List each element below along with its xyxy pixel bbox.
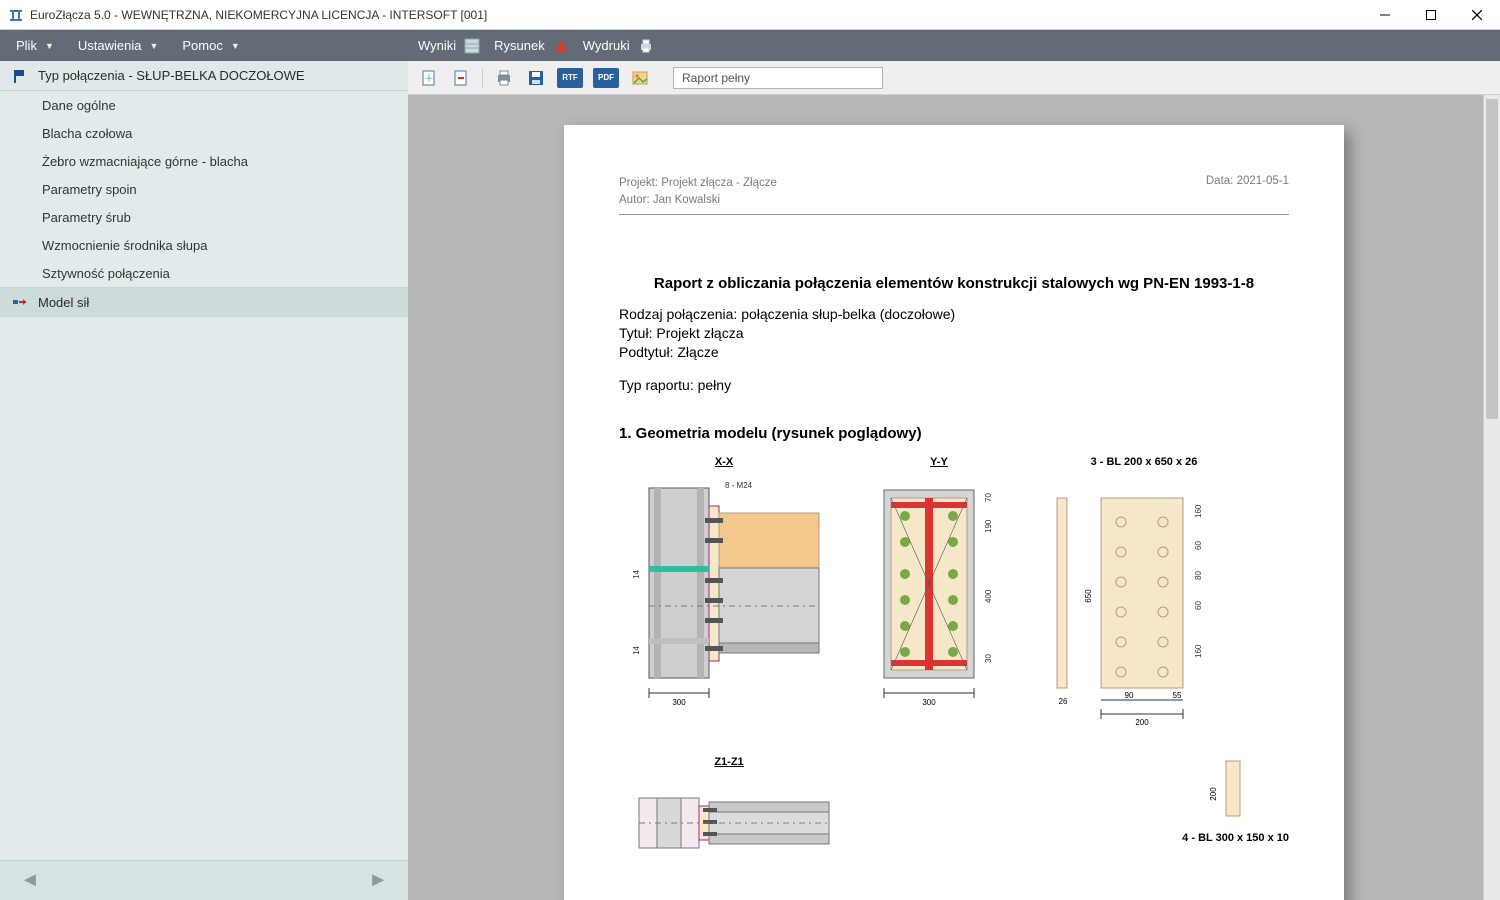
sidebar-header-force-model[interactable]: Model sił <box>0 287 408 317</box>
window-title: EuroZłącza 5.0 - WEWNĘTRZNA, NIEKOMERCYJ… <box>30 8 487 22</box>
drawing-plate3: 3 - BL 200 x 650 x 26 26 <box>1049 456 1239 738</box>
svg-text:160: 160 <box>1194 644 1203 658</box>
drawing-icon <box>553 38 569 54</box>
sidebar-item-weld-params[interactable]: Parametry spoin <box>0 175 408 203</box>
sidebar: Typ połączenia - SŁUP-BELKA DOCZOŁOWE Da… <box>0 61 408 860</box>
report-subtitle: Podtytuł: Złącze <box>619 344 1289 360</box>
topbar-results[interactable]: Wyniki <box>418 38 480 54</box>
nav-next-icon[interactable]: ► <box>368 869 388 892</box>
drawing-z1z1: Z1-Z1 <box>619 756 839 868</box>
sidebar-item-top-rib[interactable]: Żebro wzmacniające górne - blacha <box>0 147 408 175</box>
app-icon <box>8 7 24 23</box>
drawings-row-2: Z1-Z1 <box>619 756 1289 868</box>
flag-icon <box>12 68 28 84</box>
svg-text:200: 200 <box>1135 718 1149 727</box>
svg-text:60: 60 <box>1194 600 1203 609</box>
minimize-button[interactable] <box>1362 0 1408 30</box>
drawing-xx: X-X <box>619 456 829 708</box>
chevron-down-icon: ▼ <box>45 41 54 51</box>
svg-text:14: 14 <box>632 645 641 654</box>
svg-text:90: 90 <box>1125 691 1134 700</box>
menubar: Plik▼ Ustawienia▼ Pomoc▼ <box>0 30 408 61</box>
report-page: Projekt: Projekt złącza - Złącze Autor: … <box>564 125 1344 900</box>
export-pdf-button[interactable]: PDF <box>593 68 619 88</box>
forces-icon <box>12 294 28 310</box>
svg-text:650: 650 <box>1084 588 1093 602</box>
svg-text:160: 160 <box>1194 504 1203 518</box>
chevron-down-icon: ▼ <box>231 41 240 51</box>
svg-text:60: 60 <box>1194 540 1203 549</box>
titlebar: EuroZłącza 5.0 - WEWNĘTRZNA, NIEKOMERCYJ… <box>0 0 1500 30</box>
results-icon <box>464 38 480 54</box>
menu-file[interactable]: Plik▼ <box>6 34 64 57</box>
left-panel: Plik▼ Ustawienia▼ Pomoc▼ Typ połączenia … <box>0 30 408 900</box>
maximize-button[interactable] <box>1408 0 1454 30</box>
printer-icon <box>638 38 654 54</box>
topbar-drawing[interactable]: Rysunek <box>494 38 569 54</box>
close-button[interactable] <box>1454 0 1500 30</box>
report-project-title: Tytuł: Projekt złącza <box>619 325 1289 341</box>
sidebar-item-endplate[interactable]: Blacha czołowa <box>0 119 408 147</box>
menu-settings[interactable]: Ustawienia▼ <box>68 34 169 57</box>
drawings-row-1: X-X <box>619 456 1289 738</box>
svg-text:300: 300 <box>922 698 936 707</box>
sidebar-item-general[interactable]: Dane ogólne <box>0 91 408 119</box>
sidebar-item-stiffness[interactable]: Sztywność połączenia <box>0 259 408 287</box>
topbar: Wyniki Rysunek Wydruki <box>408 30 1500 61</box>
svg-text:30: 30 <box>984 653 993 662</box>
svg-text:80: 80 <box>1194 570 1203 579</box>
report-toolbar: ＋ RTF PDF Raport pełny <box>408 61 1500 95</box>
sidebar-section2-label: Model sił <box>38 295 89 310</box>
right-panel: Wyniki Rysunek Wydruki ＋ RTF PDF Raport … <box>408 30 1500 900</box>
svg-text:＋: ＋ <box>424 74 434 85</box>
document-viewport[interactable]: Projekt: Projekt złącza - Złącze Autor: … <box>408 95 1500 900</box>
svg-text:400: 400 <box>984 589 993 603</box>
page-header: Projekt: Projekt złącza - Złącze Autor: … <box>619 175 1289 215</box>
drawing-yy: Y-Y <box>859 456 1019 708</box>
bottom-nav: ◄ ► <box>0 860 408 900</box>
topbar-prints[interactable]: Wydruki <box>583 38 654 54</box>
menu-help[interactable]: Pomoc▼ <box>172 34 249 57</box>
sidebar-header-connection-type[interactable]: Typ połączenia - SŁUP-BELKA DOCZOŁOWE <box>0 61 408 91</box>
sidebar-item-web-reinforcement[interactable]: Wzmocnienie środnika słupa <box>0 231 408 259</box>
nav-prev-icon[interactable]: ◄ <box>20 869 40 892</box>
svg-text:26: 26 <box>1059 697 1068 706</box>
svg-text:200: 200 <box>1209 786 1218 800</box>
sidebar-header-label: Typ połączenia - SŁUP-BELKA DOCZOŁOWE <box>38 68 305 83</box>
separator <box>482 68 483 88</box>
remove-page-icon[interactable] <box>450 67 472 89</box>
section-geometry: 1. Geometria modelu (rysunek poglądowy) <box>619 425 1289 442</box>
save-icon[interactable] <box>525 67 547 89</box>
report-type-select[interactable]: Raport pełny <box>673 67 883 89</box>
image-icon[interactable] <box>629 67 651 89</box>
svg-text:300: 300 <box>672 698 686 707</box>
drawing-plate4: 200 4 - BL 300 x 150 x 10 <box>1182 756 1289 854</box>
export-rtf-button[interactable]: RTF <box>557 68 583 88</box>
report-type: Typ raportu: pełny <box>619 377 1289 393</box>
svg-text:190: 190 <box>984 519 993 533</box>
report-title: Raport z obliczania połączenia elementów… <box>619 275 1289 292</box>
print-icon[interactable] <box>493 67 515 89</box>
new-page-icon[interactable]: ＋ <box>418 67 440 89</box>
svg-text:8 - M24: 8 - M24 <box>725 481 753 490</box>
chevron-down-icon: ▼ <box>149 41 158 51</box>
svg-text:14: 14 <box>632 569 641 578</box>
svg-text:70: 70 <box>984 492 993 501</box>
svg-text:55: 55 <box>1173 691 1182 700</box>
scrollbar-thumb[interactable] <box>1486 99 1498 419</box>
vertical-scrollbar[interactable] <box>1483 95 1500 900</box>
report-kind: Rodzaj połączenia: połączenia słup-belka… <box>619 306 1289 322</box>
sidebar-item-bolt-params[interactable]: Parametry śrub <box>0 203 408 231</box>
